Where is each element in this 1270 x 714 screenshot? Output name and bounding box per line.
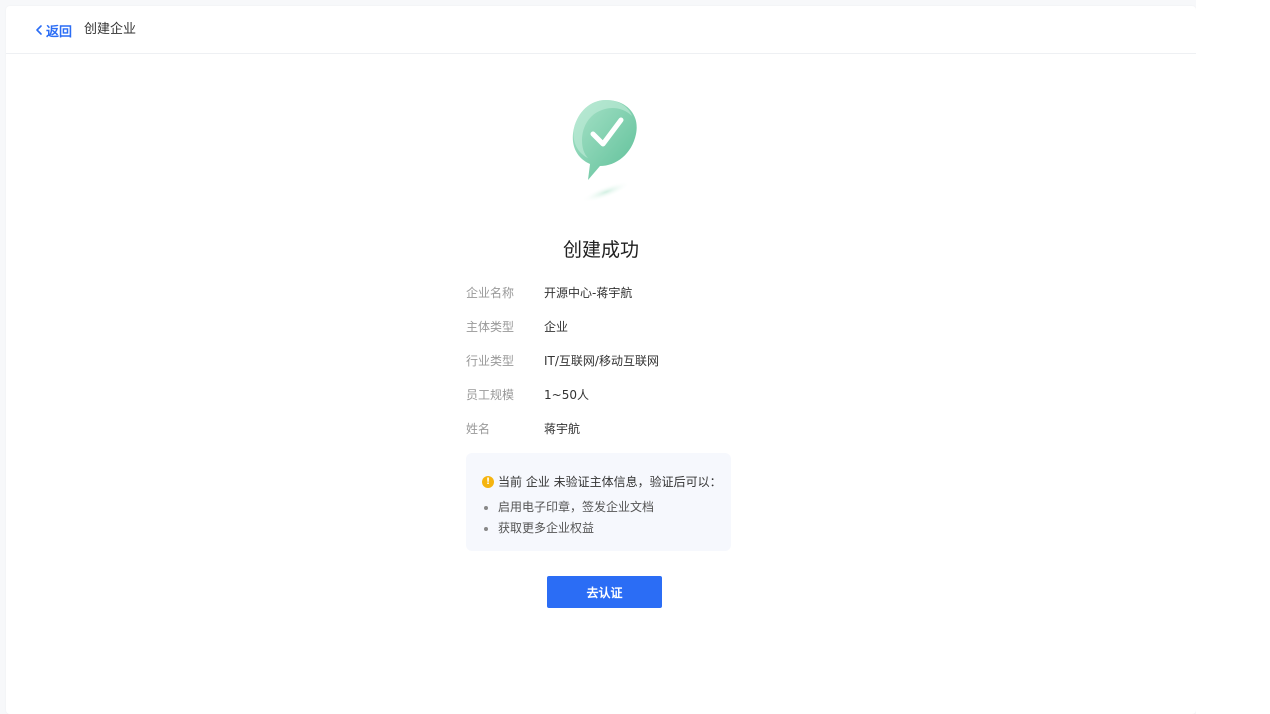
back-label: 返回	[46, 24, 73, 40]
info-label: 企业名称	[466, 286, 515, 300]
company-info-list: 企业名称 开源中心-蒋宇航 主体类型 企业 行业类型 IT/互联网/移动互联网 …	[466, 283, 766, 453]
info-row-industry: 行业类型 IT/互联网/移动互联网	[466, 351, 766, 385]
info-value: 开源中心-蒋宇航	[544, 286, 633, 300]
info-row-entity-type: 主体类型 企业	[466, 317, 766, 351]
info-label: 行业类型	[466, 354, 515, 368]
list-item: 启用电子印章，签发企业文档	[482, 497, 654, 518]
main-card: 返回 创建企业 创建成功 企业名称 开源中心-蒋宇航 主体类型 企业 行业类型 …	[6, 6, 1196, 714]
page-background: 返回 创建企业 创建成功 企业名称 开源中心-蒋宇航 主体类型 企业 行业类型 …	[0, 0, 1270, 714]
top-bar: 返回 创建企业	[6, 6, 1196, 54]
info-label: 员工规模	[466, 388, 515, 402]
page-title: 创建企业	[84, 22, 137, 37]
info-row-company-name: 企业名称 开源中心-蒋宇航	[466, 283, 766, 317]
success-title: 创建成功	[562, 239, 639, 261]
notice-benefits-list: 启用电子印章，签发企业文档 获取更多企业权益	[482, 497, 654, 539]
list-item-text: 获取更多企业权益	[498, 521, 595, 535]
bullet-dot	[484, 505, 488, 510]
chevron-left-icon	[36, 25, 42, 35]
verification-notice: ! 当前 企业 未验证主体信息，验证后可以： 启用电子印章，签发企业文档 获取更…	[466, 453, 731, 551]
right-gutter	[1196, 0, 1270, 714]
info-value: IT/互联网/移动互联网	[544, 354, 659, 368]
info-label: 主体类型	[466, 320, 515, 334]
bullet-dot	[484, 526, 488, 531]
notice-text: 当前 企业 未验证主体信息，验证后可以：	[498, 475, 722, 489]
info-value: 蒋宇航	[544, 422, 581, 436]
check-speech-bubble-icon	[572, 100, 637, 203]
list-item-text: 启用电子印章，签发企业文档	[498, 500, 655, 514]
notice-headline: ! 当前 企业 未验证主体信息，验证后可以：	[482, 473, 722, 490]
warning-icon: !	[482, 475, 494, 488]
info-value: 1~50人	[544, 388, 589, 402]
info-label: 姓名	[466, 422, 491, 436]
list-item: 获取更多企业权益	[482, 518, 654, 539]
back-button[interactable]: 返回	[33, 20, 72, 40]
info-value: 企业	[544, 320, 569, 334]
info-row-staff-size: 员工规模 1~50人	[466, 385, 766, 419]
info-row-name: 姓名 蒋宇航	[466, 419, 766, 453]
go-verify-button[interactable]: 去认证	[547, 576, 662, 608]
